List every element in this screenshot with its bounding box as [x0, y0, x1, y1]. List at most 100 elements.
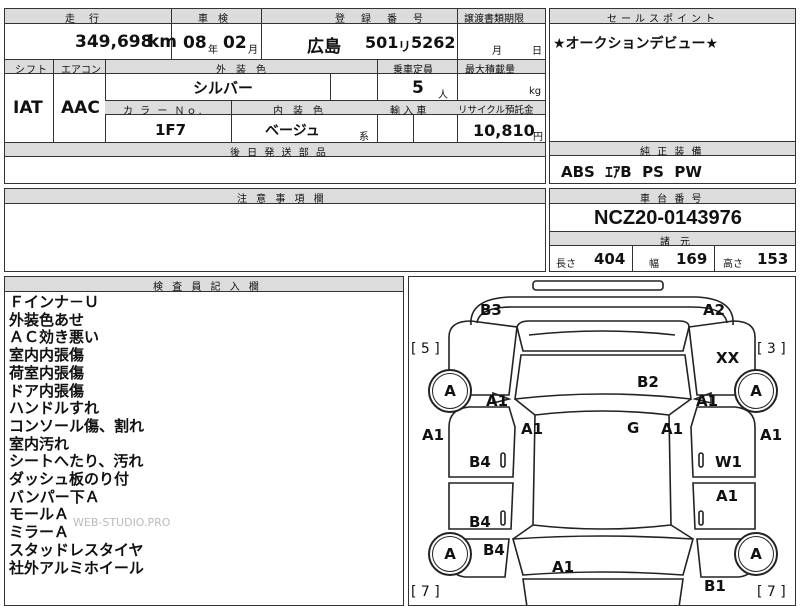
- max-load-header: 最大積載量: [465, 65, 515, 76]
- caution-header: 注 意 事 項 欄: [237, 194, 327, 205]
- inspector-note: 室内内張傷: [9, 346, 85, 365]
- mark-a1-pillar-right: A1: [661, 420, 684, 438]
- bracket-right-top: [ 3 ]: [757, 341, 786, 357]
- registration-class: 501: [365, 33, 399, 52]
- dimensions-header: 諸 元: [660, 237, 690, 248]
- specs-table: シフト エアコン 外 装 色 乗車定員 最大積載量 IAT AAC シルバー 5…: [4, 59, 546, 184]
- chassis-box: 車 台 番 号 NCZ20-0143976 諸 元 長さ 404 幅 169 高…: [549, 188, 796, 272]
- inspection-year-unit: 年: [208, 45, 218, 56]
- later-parts-header: 後 日 発 送 部 品: [230, 148, 328, 159]
- inspector-note: 外装色あせ: [9, 310, 85, 329]
- transfer-day-unit: 日: [532, 46, 542, 57]
- exterior-color-header: 外 装 色: [216, 65, 266, 76]
- bracket-right-bottom: [ 7 ]: [757, 584, 786, 600]
- mark-a1-front-left: A1: [486, 392, 509, 410]
- watermark: WEB-STUDIO.PRO: [73, 516, 171, 529]
- inspector-note: ＡＣ効き悪い: [9, 328, 100, 347]
- tire-front-left: A: [428, 369, 472, 413]
- transfer-deadline-header: 譲渡書類期限: [464, 14, 524, 25]
- inspector-note: 社外アルミホイール: [9, 558, 144, 577]
- sales-point-text: ★オークションデビュー★: [553, 36, 719, 52]
- bracket-left-bottom: [ 7 ]: [411, 584, 440, 600]
- inspector-header: 検 査 員 記 入 欄: [153, 282, 262, 293]
- capacity-value: 5: [412, 78, 424, 98]
- inspection-year: 08: [183, 33, 207, 53]
- damage-diagram: [ 5 ] [ 3 ] [ 7 ] [ 7 ] A A A A B3 A2 XX…: [408, 276, 796, 606]
- mark-xx: XX: [716, 349, 740, 367]
- tire-rear-left: A: [428, 532, 472, 576]
- capacity-header: 乗車定員: [393, 65, 433, 76]
- mileage-header: 走 行: [65, 14, 101, 25]
- color-no-header: カ ラ ー Ｎｏ.: [123, 106, 204, 117]
- recycle-unit: 円: [533, 132, 543, 143]
- bracket-left-top: [ 5 ]: [411, 341, 440, 357]
- inspector-note: ハンドルすれ: [9, 399, 100, 418]
- inspector-notes-list: Ｆインナ－Ｕ 外装色あせ ＡＣ効き悪い 室内内張傷 荷室内張傷 ドア内張傷 ハンドルすれ コン…: [9, 293, 145, 577]
- height-value: 153: [757, 250, 789, 268]
- exterior-color-value: シルバー: [193, 79, 254, 97]
- width-value: 169: [676, 250, 708, 268]
- sales-point-header: セールスポイント: [607, 14, 719, 25]
- shift-value: IAT: [13, 98, 43, 118]
- caution-box: 注 意 事 項 欄: [4, 188, 546, 272]
- registration-region: 広島: [307, 37, 341, 57]
- genuine-equipment-box: 純 正 装 備 ABS ｴｱB PS PW: [549, 141, 796, 184]
- genuine-equipment-header: 純 正 装 備: [640, 147, 704, 158]
- inspector-note: 荷室内張傷: [9, 363, 85, 382]
- mark-a2: A2: [703, 301, 726, 319]
- mileage-value: 349,698: [75, 32, 153, 52]
- mark-b4-left-rear: B4: [483, 541, 505, 559]
- inspector-note: ドア内張傷: [9, 381, 85, 400]
- color-no-value: 1F7: [155, 121, 187, 139]
- inspector-note: シートへたり、汚れ: [9, 452, 144, 471]
- chassis-header: 車 台 番 号: [640, 194, 704, 205]
- recycle-value: 10,810: [473, 121, 535, 140]
- mark-a1-rear: A1: [552, 558, 575, 576]
- mark-b4-left-upper: B4: [469, 453, 491, 471]
- mark-a1-right-edge: A1: [760, 426, 783, 444]
- tire-rear-right: A: [734, 532, 778, 576]
- import-header: 輸 入 車: [390, 106, 427, 117]
- shift-header: シフト: [15, 65, 48, 76]
- inspector-note: コンソール傷、割れ: [9, 416, 145, 435]
- ac-value: AAC: [61, 98, 100, 118]
- recycle-header: リサイクル預託金: [458, 105, 534, 116]
- tire-front-right: A: [734, 369, 778, 413]
- genuine-equipment-value: ABS ｴｱB PS PW: [561, 163, 702, 181]
- tire-front-left-label: A: [432, 373, 468, 409]
- inspection-month-unit: 月: [248, 45, 258, 56]
- interior-color-suffix: 系: [359, 132, 369, 143]
- mark-a1-left-edge: A1: [422, 426, 445, 444]
- sales-point-box: セールスポイント ★オークションデビュー★: [549, 8, 796, 142]
- inspector-notes-box: 検 査 員 記 入 欄 Ｆインナ－Ｕ 外装色あせ ＡＣ効き悪い 室内内張傷 荷室内張傷ド…: [4, 276, 404, 606]
- interior-color-header: 内 装 色: [273, 106, 323, 117]
- tire-rear-left-label: A: [432, 536, 468, 572]
- mark-b1: B1: [704, 577, 726, 595]
- inspector-note: Ｆインナ－Ｕ: [9, 293, 100, 311]
- mark-a1-right-door: A1: [716, 487, 739, 505]
- inspector-note: 室内汚れ: [9, 434, 70, 453]
- inspection-month: 02: [223, 33, 247, 53]
- mark-a1-front-right: A1: [696, 392, 719, 410]
- max-load-unit: kg: [529, 86, 542, 97]
- inspection-header: 車 検: [198, 14, 228, 25]
- registration-header: 登 録 番 号: [335, 14, 426, 25]
- mark-g: G: [627, 419, 640, 437]
- tire-front-right-label: A: [738, 373, 774, 409]
- capacity-unit: 人: [438, 90, 448, 101]
- transfer-month-unit: 月: [492, 46, 502, 57]
- inspector-note: スタッドレスタイヤ: [9, 540, 144, 559]
- mark-b3: B3: [480, 301, 502, 319]
- vehicle-info-table: 走 行 車 検 登 録 番 号 譲渡書類期限 349,698 km 08 年 0…: [4, 8, 546, 60]
- tire-rear-right-label: A: [738, 536, 774, 572]
- chassis-number: NCZ20-0143976: [594, 207, 742, 229]
- width-label: 幅: [649, 259, 659, 270]
- registration-kana: リ: [398, 40, 412, 55]
- mileage-unit: km: [148, 32, 178, 52]
- registration-number: 5262: [411, 33, 456, 52]
- length-value: 404: [594, 250, 626, 268]
- interior-color-value: ベージュ: [265, 123, 320, 139]
- mark-w1: W1: [715, 453, 742, 471]
- inspector-note: バンパー下Ａ: [9, 487, 100, 506]
- height-label: 高さ: [723, 259, 743, 270]
